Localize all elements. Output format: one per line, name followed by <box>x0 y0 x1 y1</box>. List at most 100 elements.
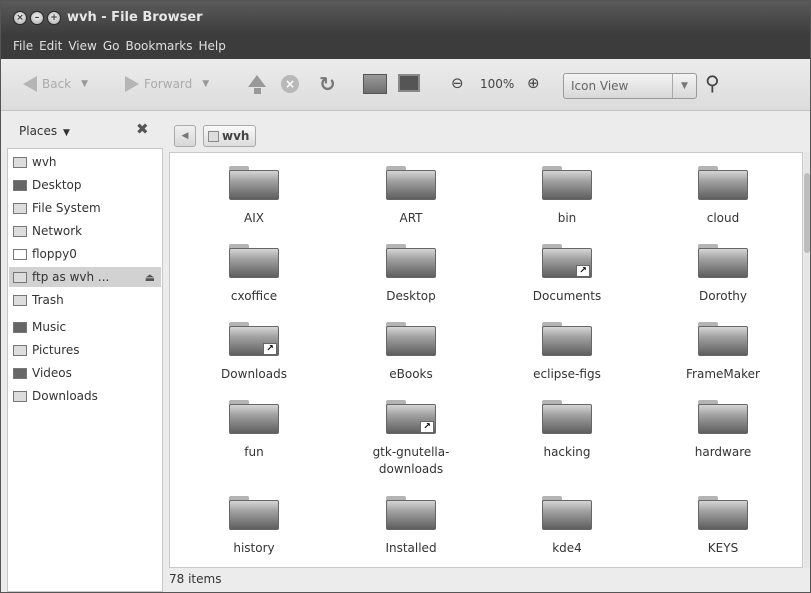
folder-item[interactable]: Installed <box>346 496 476 557</box>
scrollbar-thumb[interactable] <box>804 173 810 253</box>
menu-bookmarks[interactable]: Bookmarks <box>122 35 195 53</box>
folder-item[interactable]: cxoffice <box>189 244 319 305</box>
ftp-icon <box>13 271 27 283</box>
menu-view[interactable]: View <box>65 35 99 53</box>
sidebar-item-downloads[interactable]: Downloads <box>13 386 98 406</box>
folder-item[interactable]: ↗ gtk-gnutella- downloads <box>346 400 476 478</box>
menu-file[interactable]: File <box>1 35 36 53</box>
stop-button[interactable]: × <box>281 75 299 93</box>
folder-icon <box>229 244 279 278</box>
menu-go[interactable]: Go <box>100 35 123 53</box>
folder-item[interactable]: ↗ Downloads <box>189 322 319 383</box>
folder-item[interactable]: kde4 <box>502 496 632 557</box>
folder-label-line: downloads <box>378 462 444 476</box>
folder-label: cloud <box>706 211 740 225</box>
sidebar-item-pictures[interactable]: Pictures <box>13 340 80 360</box>
close-window-button[interactable]: × <box>13 11 27 25</box>
back-label: Back <box>42 77 72 91</box>
computer-button[interactable] <box>398 74 420 92</box>
places-heading: Places <box>19 124 58 138</box>
folder-item[interactable]: bin <box>502 166 632 227</box>
sidebar-item-wvh[interactable]: wvh <box>13 152 57 172</box>
floppy-icon <box>13 248 27 260</box>
search-icon[interactable]: ⚲ <box>705 71 720 95</box>
folder-icon <box>386 322 436 356</box>
folder-item[interactable]: Dorothy <box>658 244 788 305</box>
trash-icon <box>13 294 27 306</box>
folder-label: eBooks <box>389 367 433 381</box>
folder-label: cxoffice <box>230 289 278 303</box>
eject-icon[interactable]: ⏏ <box>145 271 155 284</box>
reload-button[interactable]: ↻ <box>319 72 336 96</box>
up-button[interactable] <box>248 75 266 87</box>
folder-item[interactable]: eBooks <box>346 322 476 383</box>
sidebar-item-network[interactable]: Network <box>13 221 82 241</box>
sidebar-item-file-system[interactable]: File System <box>13 198 101 218</box>
close-sidebar-icon[interactable]: ✖ <box>136 120 149 138</box>
folder-label: gtk-gnutella- downloads <box>346 444 476 478</box>
item-count: 78 items <box>169 572 222 586</box>
places-list: wvh Desktop File System Network floppy0 … <box>7 148 163 592</box>
view-mode-select[interactable]: Icon View ▼ <box>563 73 697 99</box>
symlink-arrow-icon: ↗ <box>576 265 590 277</box>
path-bar: ◀ wvh <box>165 112 810 152</box>
folder-label: AIX <box>244 211 264 225</box>
folder-icon <box>542 400 592 434</box>
folder-item[interactable]: hacking <box>502 400 632 461</box>
maximize-window-button[interactable]: + <box>47 11 61 25</box>
folder-item[interactable]: Desktop <box>346 244 476 305</box>
zoom-in-icon: ⊕ <box>527 74 540 92</box>
file-icon-view: AIX ART bin cloud cxoffice Desktop ↗ Doc… <box>169 152 803 568</box>
toolbar: Back ▼ Forward ▼ × ↻ ⊖ 100% ⊕ Icon View … <box>1 59 810 111</box>
folder-item[interactable]: KEYS <box>658 496 788 557</box>
sidebar-item-label: Desktop <box>32 178 82 192</box>
folder-label: ART <box>399 211 423 225</box>
folder-item[interactable]: FrameMaker <box>658 322 788 383</box>
sidebar-item-floppy0[interactable]: floppy0 <box>13 244 77 264</box>
folder-item[interactable]: fun <box>189 400 319 461</box>
sidebar-item-label: wvh <box>32 155 57 169</box>
sidebar-item-videos[interactable]: Videos <box>13 363 72 383</box>
forward-button[interactable]: Forward ▼ <box>125 76 209 92</box>
reload-icon: ↻ <box>319 72 336 96</box>
folder-item[interactable]: AIX <box>189 166 319 227</box>
path-button-wvh[interactable]: wvh <box>203 125 257 147</box>
folder-icon <box>542 322 592 356</box>
stop-icon: × <box>281 75 299 93</box>
home-button[interactable] <box>363 74 387 94</box>
folder-icon <box>386 496 436 530</box>
sidebar-item-label: Downloads <box>32 389 98 403</box>
folder-item[interactable]: ART <box>346 166 476 227</box>
folder-icon <box>386 166 436 200</box>
folder-item[interactable]: eclipse-figs <box>502 322 632 383</box>
folder-item[interactable]: hardware <box>658 400 788 461</box>
folder-item[interactable]: cloud <box>658 166 788 227</box>
back-arrow-icon <box>23 76 37 92</box>
folder-item[interactable]: ↗ Documents <box>502 244 632 305</box>
zoom-in-button[interactable]: ⊕ <box>527 74 540 92</box>
sidebar-item-music[interactable]: Music <box>13 317 66 337</box>
places-dropdown[interactable]: Places ▼ <box>19 124 70 138</box>
downloads-icon <box>13 390 27 402</box>
drive-icon <box>13 202 27 214</box>
folder-label: eclipse-figs <box>533 367 601 381</box>
sidebar-item-label: ftp as wvh ... <box>32 270 110 284</box>
up-arrow-stem <box>254 88 261 94</box>
sidebar-item-trash[interactable]: Trash <box>13 290 64 310</box>
menu-help[interactable]: Help <box>196 35 229 53</box>
path-back-button[interactable]: ◀ <box>174 125 196 147</box>
menu-edit[interactable]: Edit <box>36 35 65 53</box>
minimize-window-button[interactable]: – <box>30 11 44 25</box>
back-button[interactable]: Back ▼ <box>23 76 88 92</box>
zoom-level[interactable]: 100% <box>480 77 514 91</box>
sidebar-item-ftp[interactable]: ftp as wvh ... ⏏ <box>9 267 161 287</box>
zoom-out-button[interactable]: ⊖ <box>451 74 464 92</box>
sidebar-item-desktop[interactable]: Desktop <box>13 175 82 195</box>
back-history-dropdown-icon[interactable]: ▼ <box>81 79 88 89</box>
path-button-label: wvh <box>222 129 250 143</box>
pictures-icon <box>13 344 27 356</box>
forward-history-dropdown-icon[interactable]: ▼ <box>202 79 209 89</box>
sidebar-item-label: Videos <box>32 366 72 380</box>
folder-item[interactable]: history <box>189 496 319 557</box>
folder-icon <box>698 166 748 200</box>
